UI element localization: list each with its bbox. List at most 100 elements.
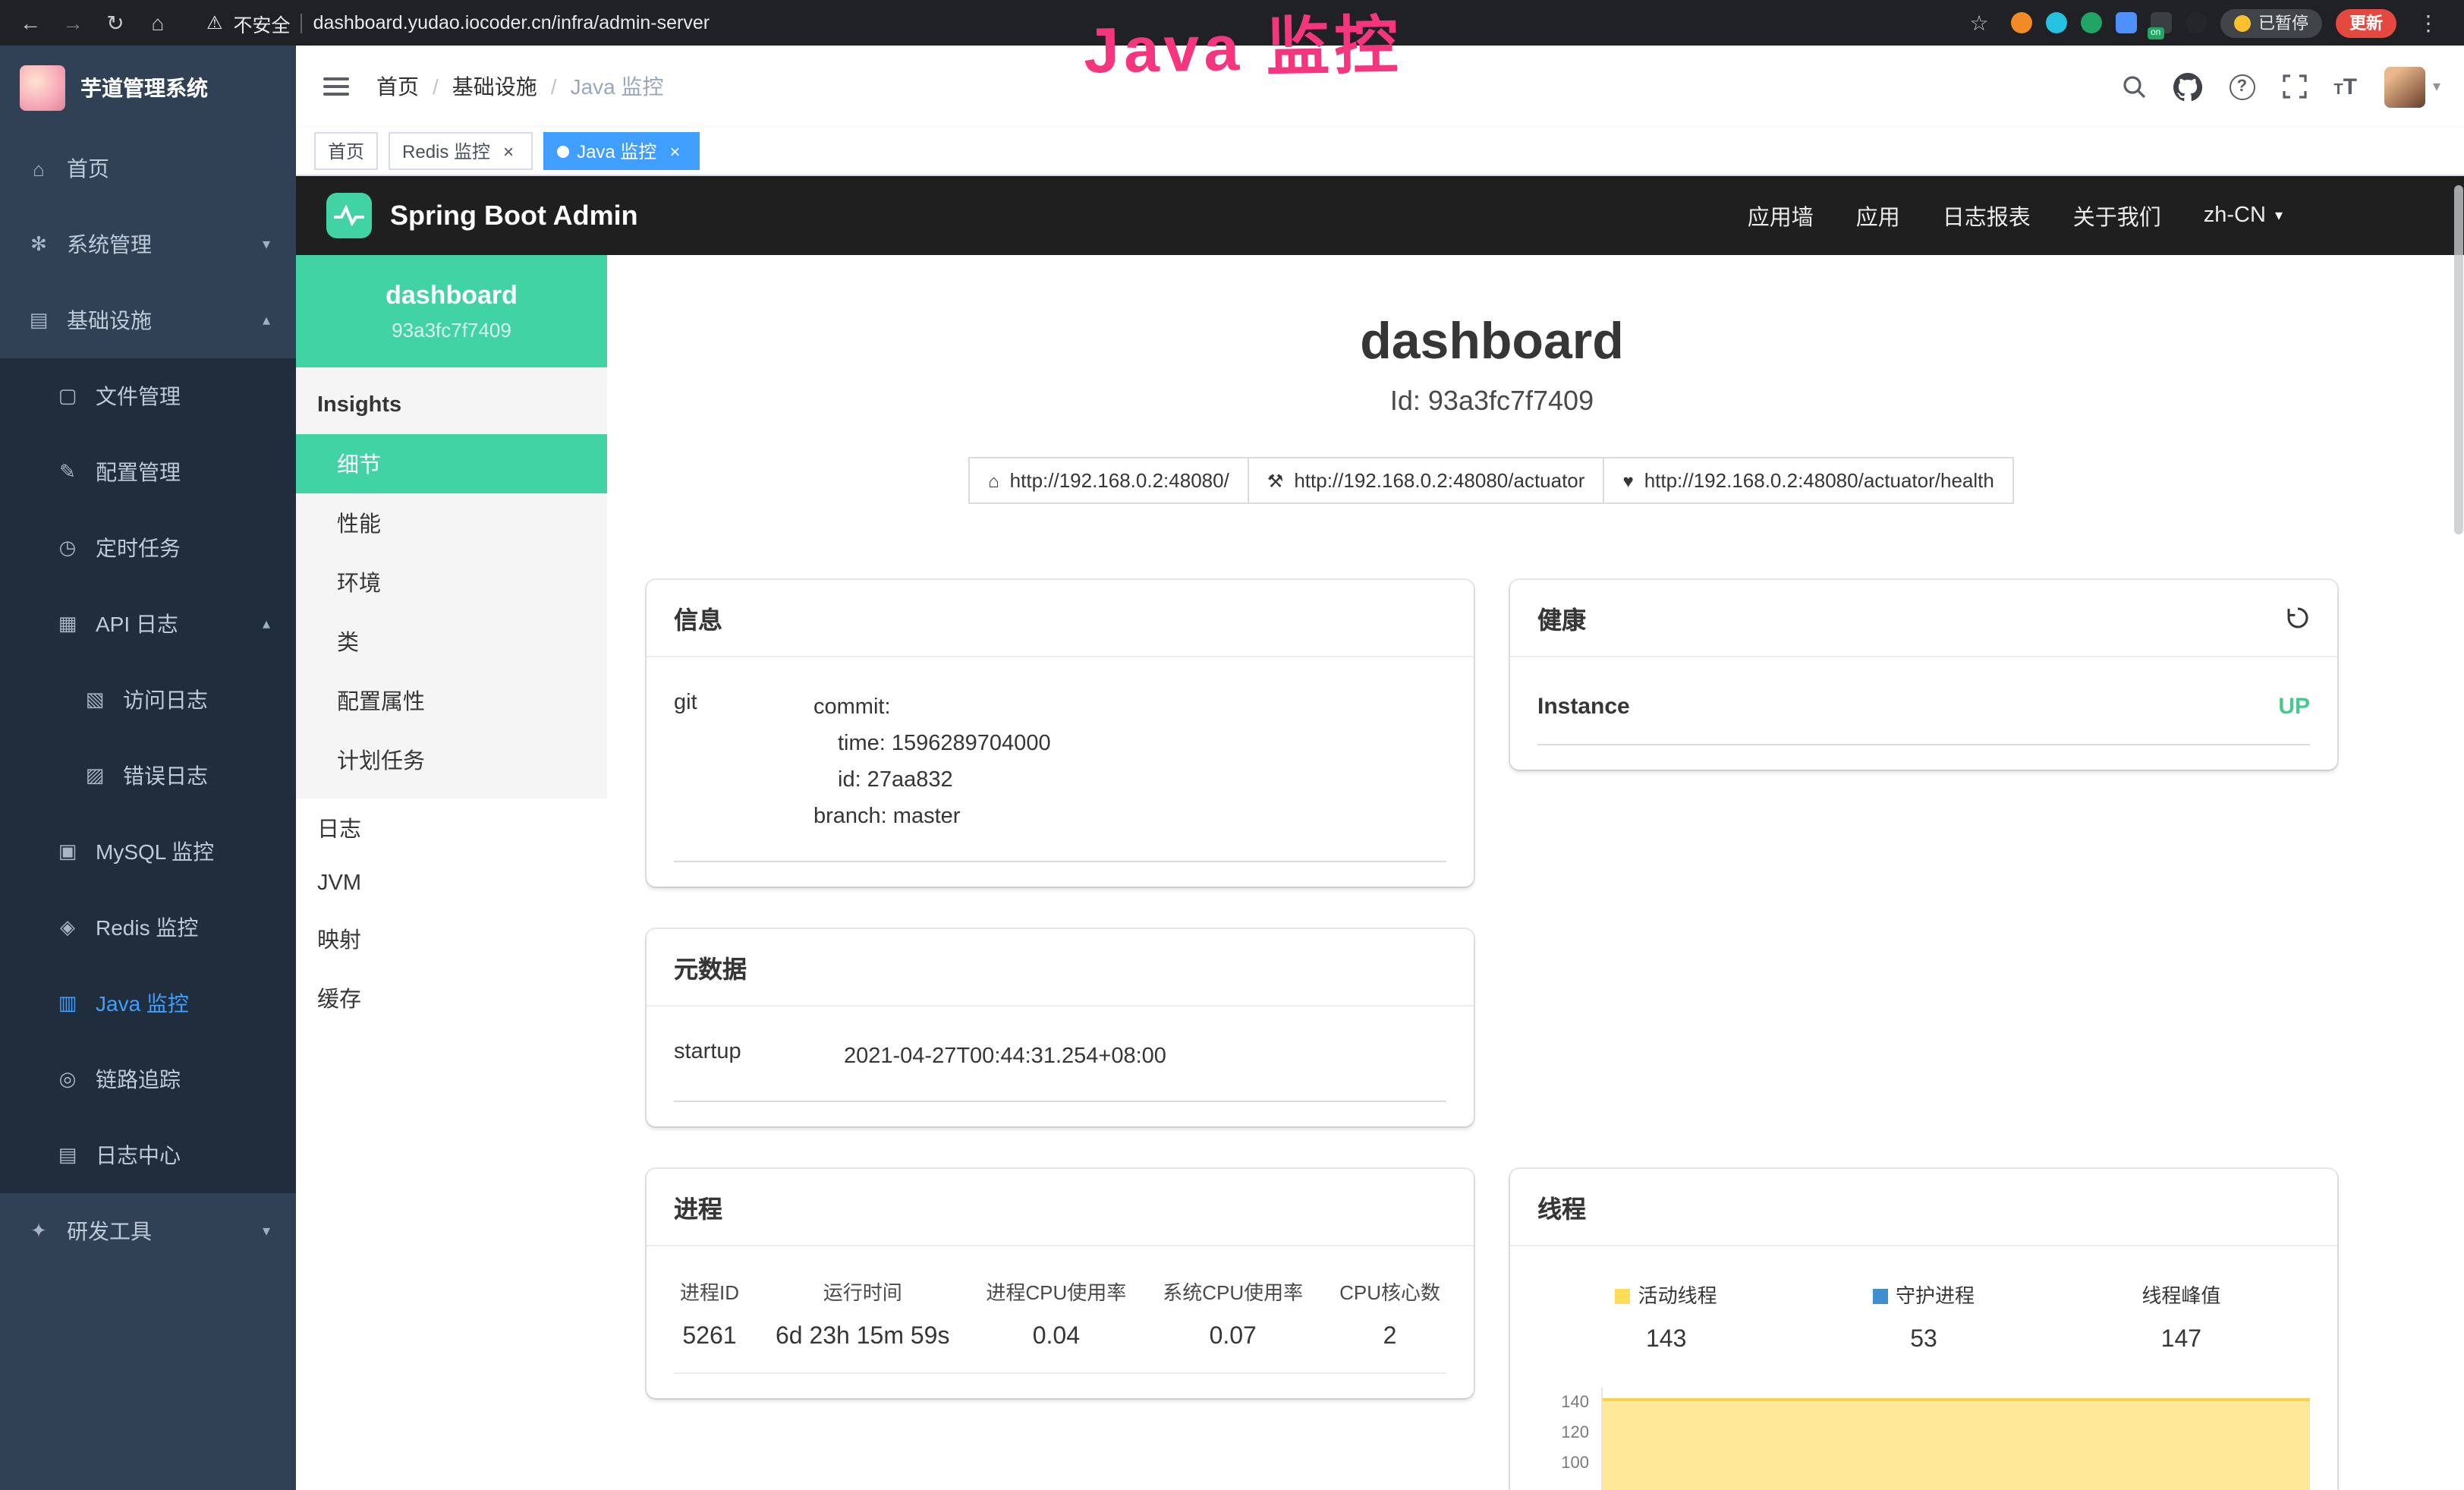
sidebar-item-access-log[interactable]: ▧ 访问日志 <box>0 662 296 738</box>
sba-item-scheduled-tasks[interactable]: 计划任务 <box>296 730 607 789</box>
reload-icon[interactable]: ↻ <box>97 6 134 39</box>
browser-home-icon[interactable]: ⌂ <box>140 6 176 39</box>
sidebar-item-config-manage[interactable]: ✎ 配置管理 <box>0 434 296 510</box>
font-size-icon[interactable]: TT <box>2333 74 2357 99</box>
locale-selector[interactable]: zh-CN ▾ <box>2204 203 2283 228</box>
chevron-down-icon: ▾ <box>2433 78 2440 95</box>
y-tick: 100 <box>1561 1454 1589 1472</box>
close-icon[interactable]: × <box>664 140 685 162</box>
card-body: git commit: time: 1596289704000 id: 27aa… <box>647 657 1474 886</box>
infrastructure-submenu: ▢ 文件管理 ✎ 配置管理 ◷ 定时任务 ▦ API 日志 ▴ <box>0 358 296 1193</box>
tag-home[interactable]: 首页 <box>314 132 378 170</box>
search-icon[interactable] <box>2121 74 2145 99</box>
instance-summary[interactable]: dashboard 93a3fc7f7409 <box>296 255 607 367</box>
actuator-url-link[interactable]: ⚒ http://192.168.0.2:48080/actuator <box>1248 457 1605 504</box>
sidebar-item-label: 访问日志 <box>123 685 208 715</box>
user-menu[interactable]: ▾ <box>2384 66 2440 107</box>
process-table: 进程ID 5261 运行时间 6d 23h 15m 59s <box>674 1273 1446 1373</box>
tag-redis-monitor[interactable]: Redis 监控 × <box>389 132 533 170</box>
sidebar-item-system-manage[interactable]: ✻ 系统管理 ▾ <box>0 206 296 282</box>
sba-body: dashboard 93a3fc7f7409 Insights 细节 性能 环境… <box>296 255 2464 1490</box>
back-icon[interactable]: ← <box>12 6 49 39</box>
forward-icon[interactable]: → <box>55 6 91 39</box>
sidebar-item-label: 首页 <box>67 153 109 184</box>
process-column: 运行时间 6d 23h 15m 59s <box>776 1276 950 1350</box>
extension-icon[interactable] <box>2081 12 2102 33</box>
close-icon[interactable]: × <box>498 140 519 162</box>
sba-item-environment[interactable]: 环境 <box>296 553 607 612</box>
bookmark-star-icon[interactable]: ☆ <box>1961 6 1997 39</box>
sidebar-item-infrastructure[interactable]: ▤ 基础设施 ▴ <box>0 282 296 358</box>
nav-applications[interactable]: 应用 <box>1856 200 1900 232</box>
sba-item-logs[interactable]: 日志 <box>296 799 607 858</box>
sidebar-item-error-log[interactable]: ▨ 错误日志 <box>0 738 296 814</box>
health-url-link[interactable]: ♥ http://192.168.0.2:48080/actuator/heal… <box>1603 457 2013 504</box>
breadcrumb-item[interactable]: 基础设施 <box>452 71 537 102</box>
sidebar-item-api-log[interactable]: ▦ API 日志 ▴ <box>0 586 296 662</box>
sba-item-configprops[interactable]: 配置属性 <box>296 671 607 730</box>
sidebar-item-java-monitor[interactable]: ▥ Java 监控 <box>0 966 296 1041</box>
home-icon: ⌂ <box>988 470 999 491</box>
sidebar-item-log-center[interactable]: ▤ 日志中心 <box>0 1117 296 1193</box>
tag-label: Java 监控 <box>577 138 656 164</box>
service-url-link[interactable]: ⌂ http://192.168.0.2:48080/ <box>968 457 1249 504</box>
breadcrumb-item[interactable]: 首页 <box>376 71 419 102</box>
column-header: 进程ID <box>680 1276 739 1305</box>
file-icon: ▢ <box>55 384 80 408</box>
sidebar-item-home[interactable]: ⌂ 首页 <box>0 131 296 206</box>
scrollbar-thumb[interactable] <box>2454 185 2463 534</box>
nav-about[interactable]: 关于我们 <box>2073 200 2161 232</box>
profile-paused-badge[interactable]: 已暂停 <box>2220 8 2322 37</box>
sidebar-item-devtools[interactable]: ✦ 研发工具 ▾ <box>0 1193 296 1269</box>
chevron-up-icon: ▴ <box>263 616 270 632</box>
sidebar-toggle-icon[interactable] <box>320 71 352 102</box>
update-button[interactable]: 更新 <box>2336 8 2396 37</box>
help-icon[interactable]: ? <box>2229 74 2255 99</box>
gear-icon: ✻ <box>26 232 52 257</box>
sidebar-item-file-manage[interactable]: ▢ 文件管理 <box>0 358 296 434</box>
sidebar-item-label: 配置管理 <box>96 457 181 487</box>
extension-icon[interactable] <box>2011 12 2032 33</box>
cards-row: 进程 进程ID 5261 运行时间 <box>647 1168 2337 1490</box>
address-bar[interactable]: ⚠ 不安全 dashboard.yudao.iocoder.cn/infra/a… <box>191 5 1940 41</box>
extension-icon[interactable] <box>2116 12 2137 33</box>
sba-item-details[interactable]: 细节 <box>296 434 607 493</box>
link-url: http://192.168.0.2:48080/actuator <box>1294 469 1584 492</box>
tag-java-monitor[interactable]: Java 监控 × <box>543 132 699 170</box>
sba-brand-title[interactable]: Spring Boot Admin <box>390 200 638 232</box>
sba-item-mappings[interactable]: 映射 <box>296 909 607 969</box>
active-dot <box>557 145 569 157</box>
card-body: 活动线程 143 守护进程 53 线程峰值 <box>1510 1246 2337 1490</box>
sba-item-metrics[interactable]: 性能 <box>296 493 607 553</box>
scrollbar[interactable] <box>2454 179 2463 1488</box>
paused-label: 已暂停 <box>2258 11 2308 35</box>
history-icon[interactable] <box>2286 606 2310 630</box>
column-value: 0.04 <box>986 1323 1126 1350</box>
sidebar-item-mysql-monitor[interactable]: ▣ MySQL 监控 <box>0 814 296 890</box>
github-icon[interactable] <box>2173 72 2201 101</box>
sba-item-jvm[interactable]: JVM <box>296 858 607 909</box>
app-logo[interactable]: 芋道管理系统 <box>0 46 296 131</box>
nav-journal[interactable]: 日志报表 <box>1943 200 2031 232</box>
page: 芋道管理系统 ⌂ 首页 ✻ 系统管理 ▾ ▤ 基础设施 ▴ <box>0 46 2464 1490</box>
browser-menu-icon[interactable]: ⋮ <box>2410 6 2447 39</box>
api-log-icon: ▦ <box>55 612 80 636</box>
sba-item-beans[interactable]: 类 <box>296 612 607 671</box>
nav-wallboard[interactable]: 应用墙 <box>1748 200 1814 232</box>
timer-icon: ◷ <box>55 536 80 560</box>
insights-group: Insights 细节 性能 环境 类 配置属性 计划任务 <box>296 367 607 799</box>
extension-icon[interactable] <box>2046 12 2067 33</box>
extension-icon[interactable] <box>2186 12 2207 33</box>
extension-icon[interactable]: on <box>2151 12 2172 33</box>
insights-section-title: Insights <box>296 367 607 434</box>
column-value: 5261 <box>680 1323 739 1350</box>
sba-item-caches[interactable]: 缓存 <box>296 969 607 1028</box>
sidebar-item-trace[interactable]: ◎ 链路追踪 <box>0 1041 296 1117</box>
annotation-java-monitor: Java 监控 <box>1083 0 1403 93</box>
chevron-down-icon: ▾ <box>263 1223 270 1240</box>
tag-label: Redis 监控 <box>402 138 490 164</box>
sidebar-item-scheduled-jobs[interactable]: ◷ 定时任务 <box>0 510 296 586</box>
table-row: Instance UP <box>1537 685 2310 745</box>
sidebar-item-redis-monitor[interactable]: ◈ Redis 监控 <box>0 890 296 966</box>
fullscreen-icon[interactable] <box>2282 74 2306 99</box>
